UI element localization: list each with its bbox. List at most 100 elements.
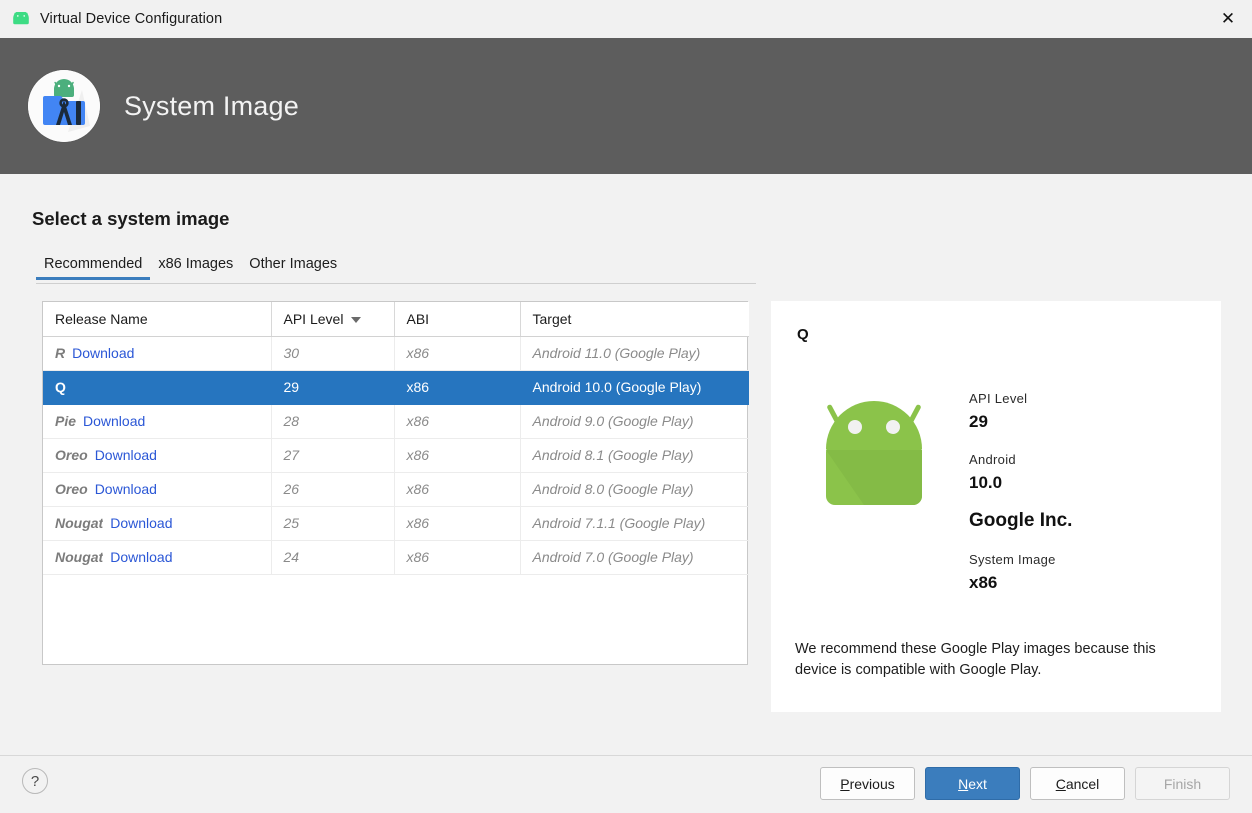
cell-abi: x86: [394, 404, 521, 439]
finish-button: Finish: [1135, 767, 1230, 800]
android-robot-icon: [10, 8, 32, 30]
release-name-text: Oreo: [55, 481, 88, 497]
wizard-banner: System Image: [0, 38, 1252, 174]
cell-release-name: Pie Download: [43, 404, 272, 439]
system-image-rows: R Download 30 x86 Android 11.0 (Google Play)…: [43, 336, 749, 575]
vendor-name: Google Inc.: [969, 510, 1073, 531]
cell-target: Android 11.0 (Google Play): [520, 336, 749, 371]
help-button[interactable]: ?: [22, 768, 48, 794]
column-header-label: API Level: [283, 310, 344, 327]
system-image-detail-panel: Q API Level 29 Android 10.0 Google Inc. …: [771, 301, 1221, 712]
cell-api-level: 29: [271, 370, 395, 405]
section-heading: Select a system image: [32, 208, 230, 229]
table-row[interactable]: Oreo Download 27 x86 Android 8.1 (Google Pla…: [43, 438, 749, 473]
table-row[interactable]: Nougat Download 25 x86 Android 7.1.1 (Google…: [43, 506, 749, 541]
download-link[interactable]: Download: [95, 447, 157, 463]
cell-api-level: 27: [271, 438, 395, 473]
cell-api-level: 24: [271, 540, 395, 575]
next-label: ext: [968, 775, 987, 792]
cell-release-name: Nougat Download: [43, 540, 272, 575]
cell-target: Android 9.0 (Google Play): [520, 404, 749, 439]
release-name-text: Nougat: [55, 549, 104, 565]
cell-release-name: Nougat Download: [43, 506, 272, 541]
cell-target: Android 8.1 (Google Play): [520, 438, 749, 473]
next-button[interactable]: Next: [925, 767, 1020, 800]
tab-x86-images[interactable]: x86 Images: [150, 256, 241, 280]
table-row[interactable]: Q 29 x86 Android 10.0 (Google Play): [43, 370, 749, 405]
window-title-bar: Virtual Device Configuration ✕: [0, 0, 1252, 38]
detail-release-name: Q: [797, 326, 809, 343]
close-icon[interactable]: ✕: [1204, 0, 1252, 38]
download-link[interactable]: Download: [83, 413, 145, 429]
android-version-value: 10.0: [969, 473, 1003, 492]
android-studio-logo-icon: [28, 70, 100, 142]
release-name-text: R: [55, 345, 66, 361]
cell-release-name: Oreo Download: [43, 472, 272, 507]
previous-mnemonic: P: [840, 775, 850, 792]
release-name-text: Pie: [55, 413, 77, 429]
wizard-button-row: Previous Next Cancel Finish: [820, 767, 1230, 800]
cell-release-name: Oreo Download: [43, 438, 272, 473]
table-header-row: Release Name API Level ABI Target: [43, 302, 749, 337]
column-header-abi[interactable]: ABI: [394, 302, 521, 337]
page-title: System Image: [124, 90, 299, 121]
recommendation-note: We recommend these Google Play images be…: [795, 641, 1156, 678]
cell-target: Android 7.0 (Google Play): [520, 540, 749, 575]
cell-target: Android 7.1.1 (Google Play): [520, 506, 749, 541]
column-header-label: ABI: [406, 310, 430, 327]
column-header-target[interactable]: Target: [520, 302, 749, 337]
tab-other-images[interactable]: Other Images: [241, 256, 345, 280]
column-header-label: Target: [532, 310, 572, 327]
cell-target: Android 10.0 (Google Play): [520, 370, 749, 405]
cell-api-level: 25: [271, 506, 395, 541]
column-header-api-level[interactable]: API Level: [271, 302, 395, 337]
cell-api-level: 26: [271, 472, 395, 507]
next-mnemonic: N: [958, 775, 969, 792]
release-name-text: Nougat: [55, 515, 104, 531]
wizard-footer: ? Previous Next Cancel Finish: [0, 755, 1252, 813]
column-header-release-name[interactable]: Release Name: [43, 302, 272, 337]
android-version-label: Android: [969, 452, 1016, 467]
cell-api-level: 28: [271, 404, 395, 439]
previous-button[interactable]: Previous: [820, 767, 915, 800]
table-row[interactable]: Oreo Download 26 x86 Android 8.0 (Google Pla…: [43, 472, 749, 507]
system-image-value: x86: [969, 573, 998, 592]
cell-abi: x86: [394, 438, 521, 473]
table-row[interactable]: Nougat Download 24 x86 Android 7.0 (Google P…: [43, 540, 749, 575]
wizard-content: Select a system image Recommended x86 Ima…: [0, 174, 1252, 755]
cell-abi: x86: [394, 472, 521, 507]
cell-abi: x86: [394, 370, 521, 405]
tabs-divider: [36, 283, 756, 284]
release-name-text: Oreo: [55, 447, 88, 463]
system-image-table-container[interactable]: Release Name API Level ABI Target R Downl…: [42, 301, 749, 665]
android-mascot-icon: [819, 391, 929, 513]
cell-release-name: R Download: [43, 336, 272, 371]
image-source-tabs: Recommended x86 Images Other Images: [36, 256, 756, 280]
download-link[interactable]: Download: [95, 481, 157, 497]
tab-recommended[interactable]: Recommended: [36, 256, 151, 280]
sort-descending-caret-icon: [351, 317, 362, 324]
system-image-label: System Image: [969, 552, 1056, 567]
table-row[interactable]: Pie Download 28 x86 Android 9.0 (Google Play…: [43, 404, 749, 439]
previous-label: revious: [849, 775, 895, 792]
system-image-table: Release Name API Level ABI Target R Downl…: [43, 302, 749, 575]
api-level-label: API Level: [969, 391, 1028, 406]
cell-abi: x86: [394, 506, 521, 541]
cell-abi: x86: [394, 540, 521, 575]
download-link[interactable]: Download: [110, 549, 172, 565]
cancel-mnemonic: C: [1055, 775, 1066, 792]
api-level-value: 29: [969, 412, 988, 431]
download-link[interactable]: Download: [110, 515, 172, 531]
download-link[interactable]: Download: [72, 345, 134, 361]
cancel-label: ancel: [1065, 775, 1100, 792]
table-row[interactable]: R Download 30 x86 Android 11.0 (Google Play): [43, 336, 749, 371]
cell-release-name: Q: [43, 370, 272, 405]
release-name-text: Q: [55, 379, 66, 395]
cancel-button[interactable]: Cancel: [1030, 767, 1125, 800]
system-image-facts: API Level 29 Android 10.0 Google Inc. Sy…: [969, 391, 1072, 593]
cell-abi: x86: [394, 336, 521, 371]
column-header-label: Release Name: [55, 310, 148, 327]
window-title: Virtual Device Configuration: [40, 11, 223, 27]
cell-api-level: 30: [271, 336, 395, 371]
cell-target: Android 8.0 (Google Play): [520, 472, 749, 507]
